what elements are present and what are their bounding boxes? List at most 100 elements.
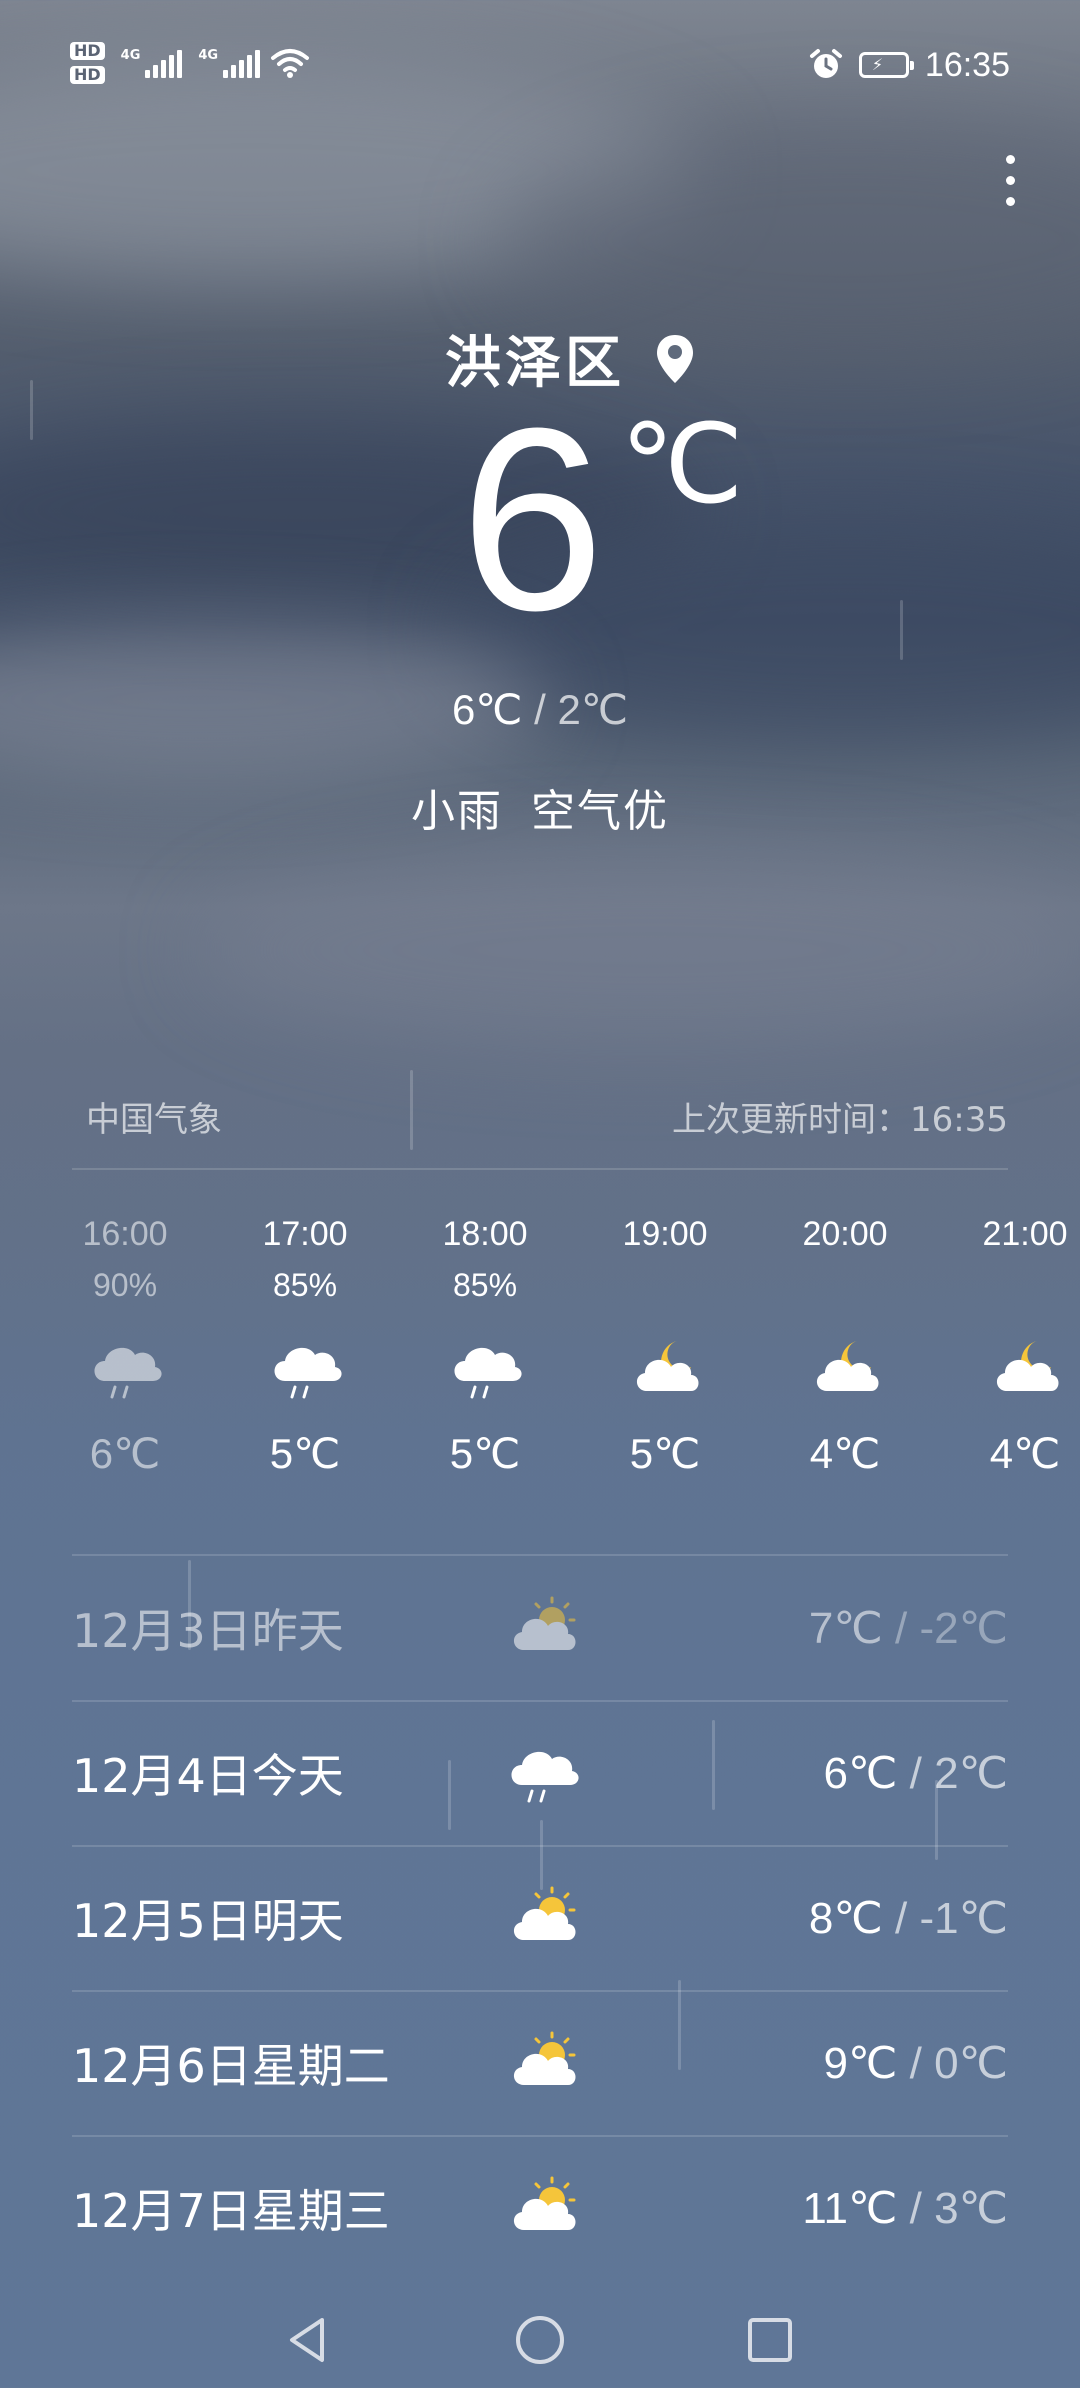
temperature-unit: ℃ — [620, 403, 744, 526]
hour-time: 17:00 — [262, 1215, 348, 1253]
rain-cloud-icon — [492, 1733, 592, 1813]
day-low: 2℃ — [934, 1748, 1008, 1798]
current-temperature: 6 — [460, 375, 605, 665]
hourly-item: 20:00 4℃ — [780, 1215, 910, 1478]
status-bar-right: ⚡ 16:35 — [809, 40, 1010, 90]
day-temperature-range: 8℃ / -1℃ — [592, 1893, 1008, 1944]
day-label: 12月6日星期二 — [72, 2039, 390, 2093]
status-bar: HD HD 4G 4G ⚡ 16:35 — [0, 0, 1080, 130]
day-temperature-range: 9℃ / 0℃ — [592, 2038, 1008, 2089]
hour-temperature: 5℃ — [629, 1430, 701, 1477]
data-provider: 中国气象 — [86, 1100, 222, 1140]
day-temperature-range: 11℃ / 3℃ — [592, 2183, 1008, 2234]
hourly-item: 19:00 5℃ — [600, 1215, 730, 1478]
range-separator: / — [894, 1893, 908, 1943]
day-label: 12月5日明天 — [72, 1894, 344, 1948]
day-low: -1℃ — [919, 1893, 1008, 1943]
day-high: 8℃ — [808, 1893, 883, 1943]
night-cloudy-icon — [780, 1319, 910, 1419]
hd-badge: HD — [70, 42, 105, 60]
today-high: 6℃ — [451, 686, 523, 733]
hd-indicators: HD HD — [70, 42, 105, 84]
air-quality: 空气优 — [531, 786, 669, 837]
hour-temperature: 5℃ — [449, 1430, 521, 1477]
hour-temperature: 5℃ — [269, 1430, 341, 1477]
day-low: 3℃ — [934, 2183, 1008, 2233]
range-separator: / — [909, 2038, 922, 2088]
hd-badge: HD — [70, 66, 105, 84]
dot-icon — [1005, 154, 1015, 164]
dot-icon — [1005, 196, 1015, 206]
hourly-forecast[interactable]: 16:00 90% 6℃ 17:00 85% 5℃ 18:00 85% 5℃ 19:00 5℃ 20:… — [60, 1215, 1080, 1515]
data-source-row: 中国气象 上次更新时间：16:35 — [86, 1092, 1008, 1141]
daily-row[interactable]: 12月6日星期二 9℃ / 0℃ — [72, 1991, 1008, 2135]
hour-time: 16:00 — [82, 1215, 168, 1253]
status-bar-left: HD HD 4G 4G — [70, 38, 310, 88]
day-high: 7℃ — [808, 1603, 883, 1653]
range-separator: / — [894, 1603, 908, 1653]
back-icon[interactable] — [278, 2310, 338, 2370]
hour-time: 19:00 — [622, 1215, 708, 1253]
more-options-button[interactable] — [990, 140, 1030, 220]
weather-condition: 小雨 — [411, 786, 503, 837]
network-type-label: 4G — [120, 48, 141, 63]
precipitation-chance: 85% — [452, 1267, 518, 1303]
precipitation-chance — [600, 1267, 730, 1319]
night-cloudy-icon — [960, 1319, 1080, 1419]
high-low-separator: / — [534, 686, 546, 733]
partly-cloudy-icon — [492, 1588, 592, 1668]
precipitation-chance — [960, 1267, 1080, 1319]
recents-icon[interactable] — [740, 2310, 800, 2370]
daily-row[interactable]: 12月5日明天 8℃ / -1℃ — [72, 1846, 1008, 1990]
condition-line: 小雨 空气优 — [0, 775, 1080, 839]
battery-charging-icon: ⚡ — [858, 52, 914, 78]
daily-row[interactable]: 12月4日今天 6℃ / 2℃ — [72, 1701, 1008, 1845]
home-icon[interactable] — [510, 2310, 570, 2370]
precipitation-chance — [780, 1267, 910, 1319]
night-cloudy-icon — [600, 1319, 730, 1419]
today-low: 2℃ — [557, 686, 629, 733]
hour-time: 18:00 — [442, 1215, 528, 1253]
day-high: 11℃ — [802, 2183, 898, 2233]
divider — [72, 1168, 1008, 1170]
hour-temperature: 4℃ — [989, 1430, 1061, 1477]
day-high: 9℃ — [823, 2038, 898, 2088]
day-temperature-range: 6℃ / 2℃ — [592, 1748, 1008, 1799]
signal-icon: 4G — [121, 48, 183, 78]
dot-icon — [1005, 175, 1015, 185]
daily-row[interactable]: 12月7日星期三 11℃ / 3℃ — [72, 2136, 1008, 2280]
alarm-icon — [809, 49, 842, 78]
rain-cloud-icon — [240, 1319, 370, 1419]
partly-cloudy-icon — [492, 1878, 592, 1958]
network-type-label: 4G — [198, 48, 219, 63]
day-low: 0℃ — [934, 2038, 1008, 2088]
day-low: -2℃ — [919, 1603, 1008, 1653]
hourly-item: 21:00 4℃ — [960, 1215, 1080, 1478]
last-updated: 上次更新时间：16:35 — [672, 1100, 1008, 1140]
day-label: 12月7日星期三 — [72, 2184, 390, 2238]
hourly-item: 17:00 85% 5℃ — [240, 1215, 370, 1478]
status-time: 16:35 — [924, 45, 1010, 84]
hour-temperature: 4℃ — [809, 1430, 881, 1477]
precipitation-chance: 85% — [272, 1267, 338, 1303]
day-temperature-range: 7℃ / -2℃ — [592, 1603, 1008, 1654]
day-label: 12月4日今天 — [72, 1749, 344, 1803]
precipitation-chance: 90% — [92, 1267, 158, 1303]
wifi-icon — [271, 49, 310, 78]
partly-cloudy-icon — [492, 2023, 592, 2103]
hour-time: 21:00 — [982, 1215, 1068, 1253]
range-separator: / — [909, 1748, 922, 1798]
location-pin-icon — [657, 334, 693, 383]
rain-cloud-icon — [420, 1319, 550, 1419]
day-label: 12月3日昨天 — [72, 1604, 344, 1658]
system-navigation-bar — [0, 2290, 1080, 2380]
hour-temperature: 6℃ — [89, 1430, 161, 1477]
signal-icon: 4G — [198, 48, 261, 78]
partly-cloudy-icon — [492, 2168, 592, 2248]
rain-cloud-icon — [60, 1319, 190, 1419]
hour-time: 20:00 — [802, 1215, 888, 1253]
daily-row[interactable]: 12月3日昨天 7℃ / -2℃ — [72, 1556, 1008, 1700]
hourly-item: 18:00 85% 5℃ — [420, 1215, 550, 1478]
today-high-low: 6℃ / 2℃ — [0, 685, 1080, 734]
hourly-item: 16:00 90% 6℃ — [60, 1215, 190, 1478]
